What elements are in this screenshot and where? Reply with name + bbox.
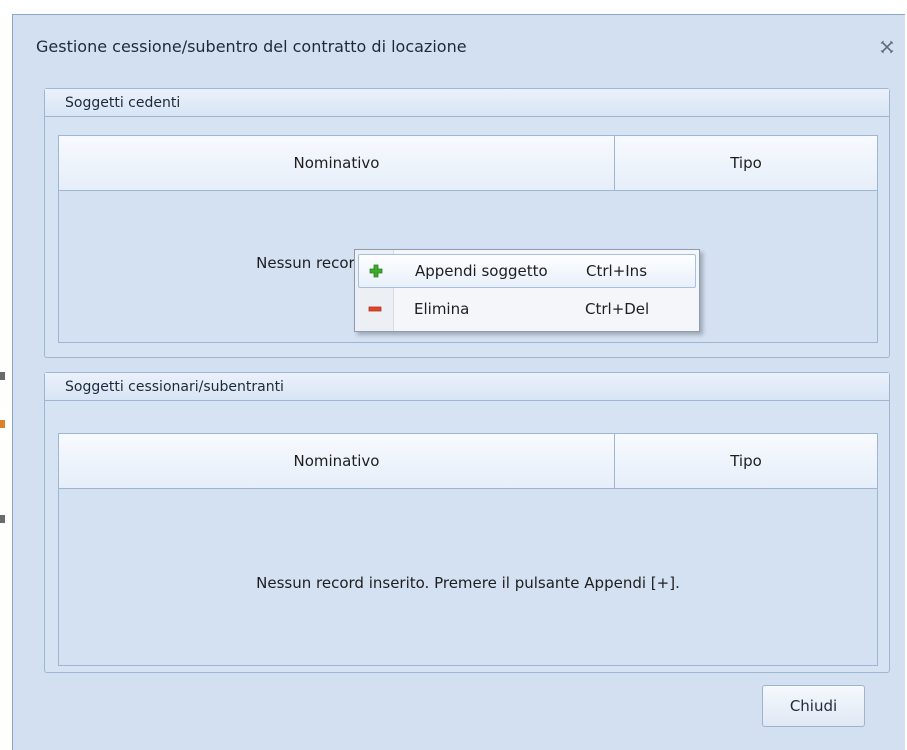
dialog-window: Gestione cessione/subentro del contratto… xyxy=(12,14,905,750)
group-soggetti-cessionari: Soggetti cessionari/subentranti Nominati… xyxy=(44,372,890,673)
context-menu: Appendi soggetto Ctrl+Ins Elimina Ctrl+D… xyxy=(354,249,700,332)
menu-item-shortcut: Ctrl+Del xyxy=(585,300,650,318)
minus-icon xyxy=(358,293,392,325)
column-header-tipo[interactable]: Tipo xyxy=(615,434,877,488)
background-marker xyxy=(0,372,5,380)
column-header-nominativo[interactable]: Nominativo xyxy=(59,434,615,488)
chiudi-button[interactable]: Chiudi xyxy=(762,685,865,727)
group-header: Soggetti cedenti xyxy=(45,89,889,117)
column-header-tipo[interactable]: Tipo xyxy=(615,136,877,190)
menu-item-label: Elimina xyxy=(414,300,470,318)
close-button[interactable] xyxy=(877,37,897,57)
empty-message: Nessun record inserito. Premere il pulsa… xyxy=(256,574,680,592)
column-header-nominativo[interactable]: Nominativo xyxy=(59,136,615,190)
title-bar: Gestione cessione/subentro del contratto… xyxy=(13,15,905,77)
plus-icon xyxy=(359,255,393,287)
close-icon xyxy=(880,40,894,54)
grid-header-row: Nominativo Tipo xyxy=(59,434,877,489)
menu-item-elimina[interactable]: Elimina Ctrl+Del xyxy=(358,292,696,326)
background-app-strip xyxy=(0,0,12,750)
menu-item-shortcut: Ctrl+Ins xyxy=(586,262,648,280)
menu-item-appendi-soggetto[interactable]: Appendi soggetto Ctrl+Ins xyxy=(358,254,696,288)
menu-item-label: Appendi soggetto xyxy=(415,262,548,280)
grid-header-row: Nominativo Tipo xyxy=(59,136,877,191)
data-grid[interactable]: Nominativo Tipo Nessun record inserito. … xyxy=(58,433,878,666)
group-header: Soggetti cessionari/subentranti xyxy=(45,373,889,401)
background-marker xyxy=(0,515,5,523)
background-marker xyxy=(0,420,5,428)
dialog-title: Gestione cessione/subentro del contratto… xyxy=(36,37,467,56)
